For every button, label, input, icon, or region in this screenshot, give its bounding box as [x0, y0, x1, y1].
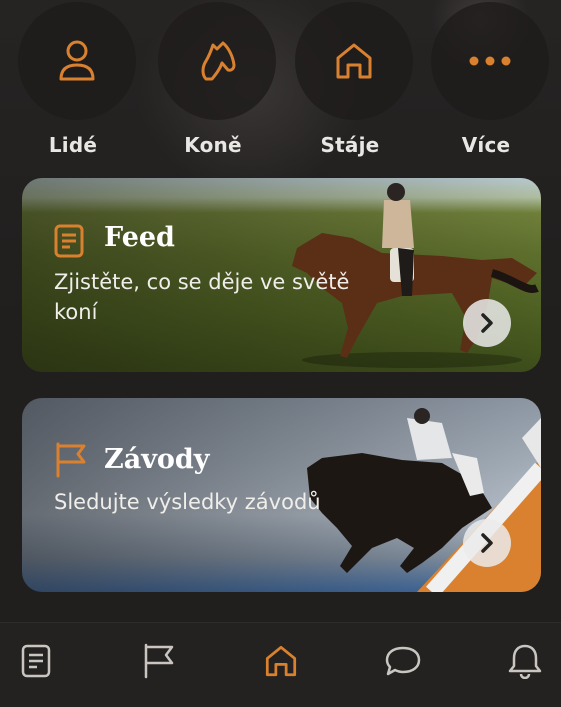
more-dots-icon — [469, 56, 511, 66]
quick-action-more-label: Více — [461, 133, 511, 157]
feed-card[interactable]: Feed Zjistěte, co se děje ve světě koní — [22, 178, 541, 372]
quick-action-people-circle — [18, 2, 136, 120]
nav-feed[interactable] — [0, 623, 92, 699]
chevron-right-icon — [481, 533, 493, 553]
person-icon — [59, 40, 95, 81]
feed-card-title: Feed — [104, 222, 175, 253]
document-icon — [21, 644, 51, 678]
home-icon — [265, 645, 297, 677]
races-card-title: Závody — [104, 444, 210, 475]
races-card-subtitle: Sledujte výsledky závodů — [54, 490, 321, 514]
horse-head-icon — [201, 41, 236, 81]
nav-home[interactable] — [225, 623, 337, 699]
quick-action-horses[interactable]: Koně — [143, 0, 283, 170]
feed-card-subtitle: Zjistěte, co se děje ve světě koní — [54, 270, 350, 324]
feed-card-arrow-button[interactable] — [463, 299, 511, 347]
quick-action-people[interactable]: Lidé — [3, 0, 143, 170]
chat-bubble-icon — [385, 646, 421, 676]
house-icon — [336, 43, 372, 79]
quick-action-stables-label: Stáje — [320, 133, 380, 157]
quick-actions-row: Lidé Koně Stáje Více — [0, 0, 561, 170]
flag-icon — [56, 442, 86, 478]
nav-notifications[interactable] — [469, 623, 561, 699]
quick-action-more-circle — [431, 2, 549, 120]
nav-messages[interactable] — [347, 623, 459, 699]
nav-races[interactable] — [103, 623, 215, 699]
quick-action-people-label: Lidé — [48, 133, 98, 157]
quick-action-horses-circle — [158, 2, 276, 120]
bottom-navigation-bar — [0, 622, 561, 707]
flag-icon — [144, 643, 174, 679]
quick-action-horses-label: Koně — [184, 133, 242, 157]
bell-icon — [508, 644, 542, 679]
chevron-right-icon — [481, 313, 493, 333]
quick-action-stables[interactable]: Stáje — [280, 0, 420, 170]
races-card[interactable]: Závody Sledujte výsledky závodů — [22, 398, 541, 592]
document-icon — [54, 224, 84, 258]
quick-action-stables-circle — [295, 2, 413, 120]
quick-action-more[interactable]: Více — [416, 0, 556, 170]
races-card-arrow-button[interactable] — [463, 519, 511, 567]
